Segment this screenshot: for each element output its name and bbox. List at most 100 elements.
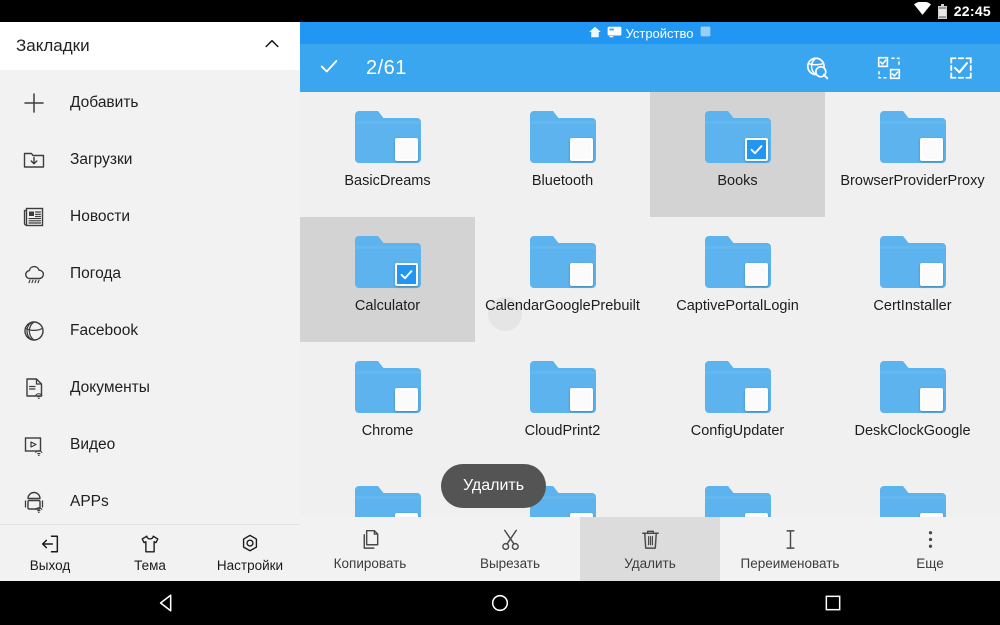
file-action-toolbar: Копировать Вырезать Удали xyxy=(300,517,1000,581)
more-button[interactable]: Еще xyxy=(860,517,1000,581)
sidebar-item-label: APPs xyxy=(70,493,109,511)
recents-square-icon xyxy=(823,593,843,613)
android-nav-bar xyxy=(0,581,1000,625)
folder-checkbox[interactable] xyxy=(920,388,943,411)
wifi-icon xyxy=(914,2,931,20)
folder-icon xyxy=(704,107,772,164)
folder-cell[interactable]: CaptivePortalLogin xyxy=(650,217,825,342)
download-folder-icon xyxy=(22,148,46,172)
home-icon[interactable] xyxy=(588,25,602,42)
rename-label: Переименовать xyxy=(741,556,840,571)
sidebar-item-label: Facebook xyxy=(70,322,138,340)
drawer-item-list: Добавить Загрузки xyxy=(0,70,300,524)
cut-label: Вырезать xyxy=(480,556,540,571)
sidebar-item-label: Добавить xyxy=(70,94,139,112)
sidebar-item-apps[interactable]: APPs xyxy=(0,473,300,524)
sidebar-item-label: Погода xyxy=(70,265,121,283)
folder-checkbox[interactable] xyxy=(745,263,768,286)
search-globe-icon[interactable] xyxy=(794,53,840,83)
folder-icon xyxy=(704,357,772,414)
folder-checkbox[interactable] xyxy=(920,263,943,286)
breadcrumb-device[interactable]: Устройство xyxy=(607,26,693,41)
folder-cell[interactable]: BasicDreams xyxy=(300,92,475,217)
folder-checkbox[interactable] xyxy=(920,138,943,161)
selection-count: 2/61 xyxy=(366,57,407,80)
sidebar-item-documents[interactable]: Документы xyxy=(0,359,300,416)
selection-action-bar: 2/61 xyxy=(300,44,1000,92)
sidebar-item-video[interactable]: Видео xyxy=(0,416,300,473)
exit-label: Выход xyxy=(30,558,70,573)
folder-checkbox[interactable] xyxy=(570,138,593,161)
folder-name: CaptivePortalLogin xyxy=(658,296,818,317)
home-button[interactable] xyxy=(333,592,666,614)
select-all-icon[interactable] xyxy=(938,53,984,83)
back-button[interactable] xyxy=(0,592,333,614)
folder-cell[interactable]: Calculator xyxy=(300,217,475,342)
home-circle-icon xyxy=(489,592,511,614)
exit-button[interactable]: Выход xyxy=(0,525,100,581)
multi-select-icon[interactable] xyxy=(866,53,912,83)
status-clock: 22:45 xyxy=(954,3,991,19)
cut-button[interactable]: Вырезать xyxy=(440,517,580,581)
sidebar-item-downloads[interactable]: Загрузки xyxy=(0,131,300,188)
theme-button[interactable]: Тема xyxy=(100,525,200,581)
android-wifi-icon xyxy=(22,490,46,514)
file-manager-pane: Устройство 2/61 xyxy=(300,22,1000,581)
folder-name: Bluetooth xyxy=(483,171,643,192)
sidebar-item-weather[interactable]: Погода xyxy=(0,245,300,302)
folder-checkbox[interactable] xyxy=(745,138,768,161)
delete-label: Удалить xyxy=(624,556,676,571)
folder-checkbox[interactable] xyxy=(570,263,593,286)
touch-ripple xyxy=(488,297,522,331)
drawer-title: Закладки xyxy=(16,36,90,56)
folder-cell[interactable]: CertInstaller xyxy=(825,217,1000,342)
folder-icon xyxy=(354,107,422,164)
breadcrumb: Устройство xyxy=(300,22,1000,44)
folder-cell[interactable]: Books xyxy=(650,92,825,217)
folder-name: Books xyxy=(658,171,818,192)
sidebar-item-news[interactable]: Новости xyxy=(0,188,300,245)
copy-button[interactable]: Копировать xyxy=(300,517,440,581)
drawer-header[interactable]: Закладки xyxy=(0,22,300,70)
sdcard-icon[interactable] xyxy=(699,25,712,41)
breadcrumb-device-label: Устройство xyxy=(625,26,693,41)
sidebar-item-facebook[interactable]: Facebook xyxy=(0,302,300,359)
folder-icon xyxy=(354,232,422,289)
sidebar-item-label: Загрузки xyxy=(70,151,132,169)
recents-button[interactable] xyxy=(667,593,1000,613)
folder-cell[interactable]: Chrome xyxy=(300,342,475,467)
settings-button[interactable]: Настройки xyxy=(200,525,300,581)
folder-checkbox[interactable] xyxy=(745,388,768,411)
folder-name: DeskClockGoogle xyxy=(833,421,993,442)
rename-button[interactable]: Переименовать xyxy=(720,517,860,581)
folder-cell[interactable]: ConfigUpdater xyxy=(650,342,825,467)
folder-checkbox[interactable] xyxy=(570,388,593,411)
folder-checkbox[interactable] xyxy=(395,263,418,286)
folder-icon xyxy=(879,232,947,289)
check-icon[interactable] xyxy=(318,55,340,82)
folder-cell[interactable]: BrowserProviderProxy xyxy=(825,92,1000,217)
folder-icon xyxy=(529,107,597,164)
folder-checkbox[interactable] xyxy=(395,138,418,161)
ibeam-icon xyxy=(779,528,802,551)
delete-button[interactable]: Удалить xyxy=(580,517,720,581)
sidebar-item-label: Видео xyxy=(70,436,115,454)
folder-icon xyxy=(879,357,947,414)
device-icon xyxy=(607,26,622,41)
chevron-up-icon[interactable] xyxy=(262,34,282,59)
folder-name: BasicDreams xyxy=(308,171,468,192)
folder-cell[interactable]: DeskClockGoogle xyxy=(825,342,1000,467)
more-label: Еще xyxy=(916,556,943,571)
cloud-rain-icon xyxy=(22,262,46,286)
device-screen: 22:45 Закладки Добавить xyxy=(0,0,1000,625)
folder-cell[interactable]: CloudPrint2 xyxy=(475,342,650,467)
sidebar-item-add[interactable]: Добавить xyxy=(0,74,300,131)
folder-name: CloudPrint2 xyxy=(483,421,643,442)
sidebar-item-label: Документы xyxy=(70,379,150,397)
copy-label: Копировать xyxy=(334,556,407,571)
folder-icon xyxy=(704,232,772,289)
theme-label: Тема xyxy=(134,558,166,573)
folder-checkbox[interactable] xyxy=(395,388,418,411)
sidebar-item-label: Новости xyxy=(70,208,130,226)
folder-cell[interactable]: Bluetooth xyxy=(475,92,650,217)
